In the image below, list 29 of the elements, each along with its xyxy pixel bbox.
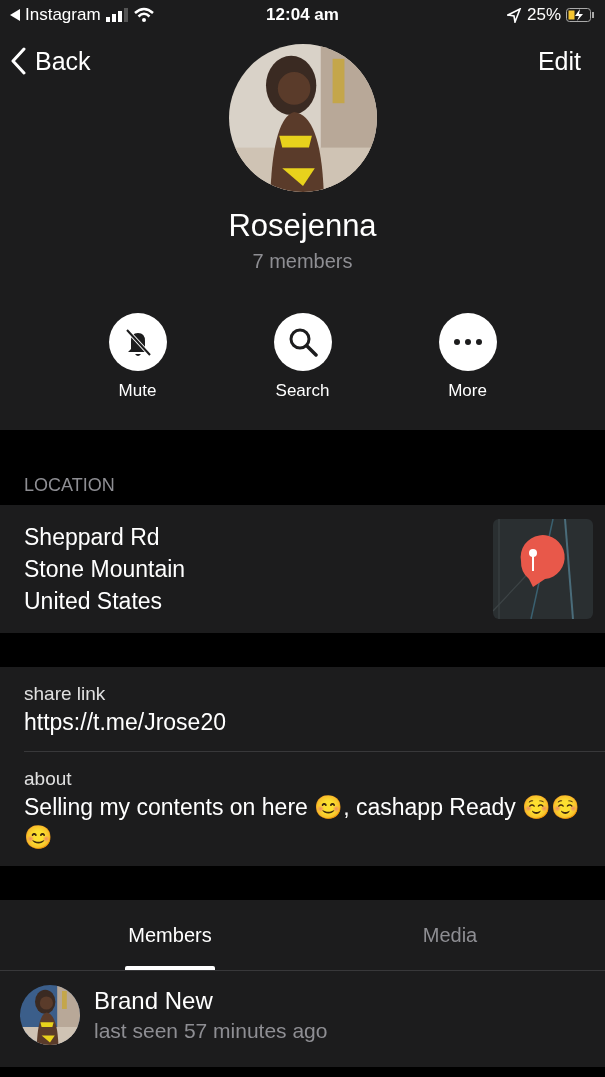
info-label: share link [24, 683, 107, 705]
search-button[interactable]: Search [245, 313, 360, 401]
more-button[interactable]: More [410, 313, 525, 401]
tab[interactable]: Media [340, 900, 560, 970]
address-line: Stone Mountain [24, 555, 186, 584]
member-status: last seen 57 minutes ago [94, 1019, 328, 1043]
tab[interactable]: Members [60, 900, 280, 970]
mute-button[interactable]: Mute [80, 313, 195, 401]
search-icon [287, 326, 318, 358]
member-count: 7 members [251, 250, 354, 273]
back-arrow-icon[interactable] [10, 9, 20, 21]
group-name: Rosejenna [227, 208, 378, 244]
address-line: United States [24, 587, 164, 616]
signal-icon [105, 8, 128, 22]
location-arrow-icon [506, 7, 522, 23]
back-app-label[interactable]: Instagram [25, 5, 101, 25]
back-button[interactable]: Back [10, 46, 91, 76]
battery-percent: 25% [526, 5, 561, 25]
edit-button[interactable]: Edit [537, 46, 581, 76]
chevron-left-icon [10, 47, 27, 75]
status-time: 12:04 am [266, 5, 339, 25]
info-label: about [24, 768, 73, 790]
more-icon [452, 339, 483, 345]
section-heading: LOCATION [23, 474, 116, 497]
info-value: Selling my contents on here 😊, cashapp Ready ☺☺😊 [24, 793, 581, 852]
wifi-icon [132, 7, 155, 23]
info-value: https://t.me/Jrose20 [24, 708, 227, 737]
member-name[interactable]: Brand New [94, 987, 328, 1015]
address-line: Sheppard Rd [24, 523, 161, 552]
